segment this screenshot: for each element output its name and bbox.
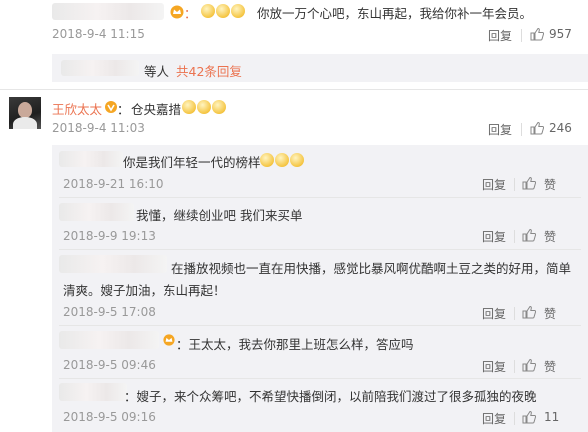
blurred-username xyxy=(59,331,159,349)
divider xyxy=(514,412,515,425)
vip-crown-icon xyxy=(163,334,175,346)
emoji-icon xyxy=(212,100,226,114)
reply-button[interactable]: 回复 xyxy=(482,228,506,245)
blurred-username xyxy=(59,151,123,167)
reply-date: 2018-9-21 16:10 xyxy=(63,177,164,191)
reply-date: 2018-9-5 09:46 xyxy=(63,358,156,372)
divider xyxy=(521,123,522,136)
emoji-icon xyxy=(260,153,274,167)
top-comment-like-count[interactable]: 957 xyxy=(549,27,572,41)
reply-button[interactable]: 回复 xyxy=(482,176,506,193)
colon: ： xyxy=(184,6,197,21)
emoji-group xyxy=(200,4,245,19)
thumbs-up-icon[interactable] xyxy=(522,410,536,424)
reply-divider xyxy=(59,325,581,326)
reply-text-line2: 清爽。嫂子加油，东山再起！ xyxy=(63,283,226,298)
like-button[interactable]: 赞 xyxy=(544,228,556,245)
blurred-username xyxy=(59,383,127,401)
reply-divider xyxy=(59,378,581,379)
reply-text-line1: 在播放视频也一直在用快播，感觉比暴风啊优酷啊土豆之类的好用，简单 xyxy=(171,261,572,276)
reply-text: ：嫂子，来个众筹吧，不希望快播倒闭，以前陪我们渡过了很多孤独的夜晚 xyxy=(124,389,537,404)
top-comment-date: 2018-9-4 11:15 xyxy=(52,27,145,41)
emoji-icon xyxy=(201,4,215,18)
divider xyxy=(514,307,515,320)
username[interactable]: 王欣太太 xyxy=(52,99,102,118)
blurred-username xyxy=(59,203,134,221)
section-divider xyxy=(0,89,588,90)
main-comment-date: 2018-9-4 11:03 xyxy=(52,121,145,135)
reply-divider xyxy=(59,197,581,198)
more-replies-prefix: 等人 xyxy=(144,64,170,79)
reply-date: 2018-9-9 19:13 xyxy=(63,229,156,243)
emoji-icon xyxy=(182,100,196,114)
divider xyxy=(514,230,515,243)
vip-crown-icon xyxy=(170,5,184,19)
reply-divider xyxy=(59,249,581,250)
avatar[interactable] xyxy=(9,97,41,129)
reply-text: 我懂，继续创业吧 我们来买单 xyxy=(136,208,303,223)
thumbs-up-icon[interactable] xyxy=(522,176,536,190)
emoji-icon xyxy=(290,153,304,167)
like-button[interactable]: 赞 xyxy=(544,305,556,322)
top-comment-reply-button[interactable]: 回复 xyxy=(488,27,512,44)
like-count[interactable]: 11 xyxy=(544,410,559,424)
separator: ： xyxy=(117,102,130,117)
emoji-icon xyxy=(275,153,289,167)
main-comment-text: 仓央嘉措 xyxy=(131,102,182,117)
reply-date: 2018-9-5 17:08 xyxy=(63,305,156,319)
thumbs-up-icon[interactable] xyxy=(522,358,536,372)
more-replies-link[interactable]: 共42条回复 xyxy=(176,61,242,80)
divider xyxy=(514,178,515,191)
main-comment-like-count[interactable]: 246 xyxy=(549,121,572,135)
emoji-icon xyxy=(216,4,230,18)
like-button[interactable]: 赞 xyxy=(544,358,556,375)
reply-button[interactable]: 回复 xyxy=(482,410,506,427)
top-comment-text: 你放一万个心吧，东山再起，我给你补一年会员。 xyxy=(257,6,533,21)
verified-badge-icon xyxy=(105,101,117,113)
reply-date: 2018-9-5 09:16 xyxy=(63,410,156,424)
reply-text: 你是我们年轻一代的榜样 xyxy=(123,155,261,170)
blurred-username xyxy=(59,255,167,273)
blurred-usernames xyxy=(61,60,139,76)
divider xyxy=(514,360,515,373)
main-comment-reply-button[interactable]: 回复 xyxy=(488,121,512,138)
emoji-group xyxy=(181,100,226,115)
reply-button[interactable]: 回复 xyxy=(482,305,506,322)
emoji-group xyxy=(259,153,304,168)
blurred-username xyxy=(52,3,164,20)
divider xyxy=(521,29,522,42)
reply-button[interactable]: 回复 xyxy=(482,358,506,375)
emoji-icon xyxy=(197,100,211,114)
thumbs-up-icon[interactable] xyxy=(522,228,536,242)
thumbs-up-icon[interactable] xyxy=(530,27,544,41)
thumbs-up-icon[interactable] xyxy=(530,121,544,135)
reply-text: ：王太太，我去你那里上班怎么样，答应吗 xyxy=(176,337,414,352)
like-button[interactable]: 赞 xyxy=(544,176,556,193)
emoji-icon xyxy=(231,4,245,18)
thumbs-up-icon[interactable] xyxy=(522,305,536,319)
